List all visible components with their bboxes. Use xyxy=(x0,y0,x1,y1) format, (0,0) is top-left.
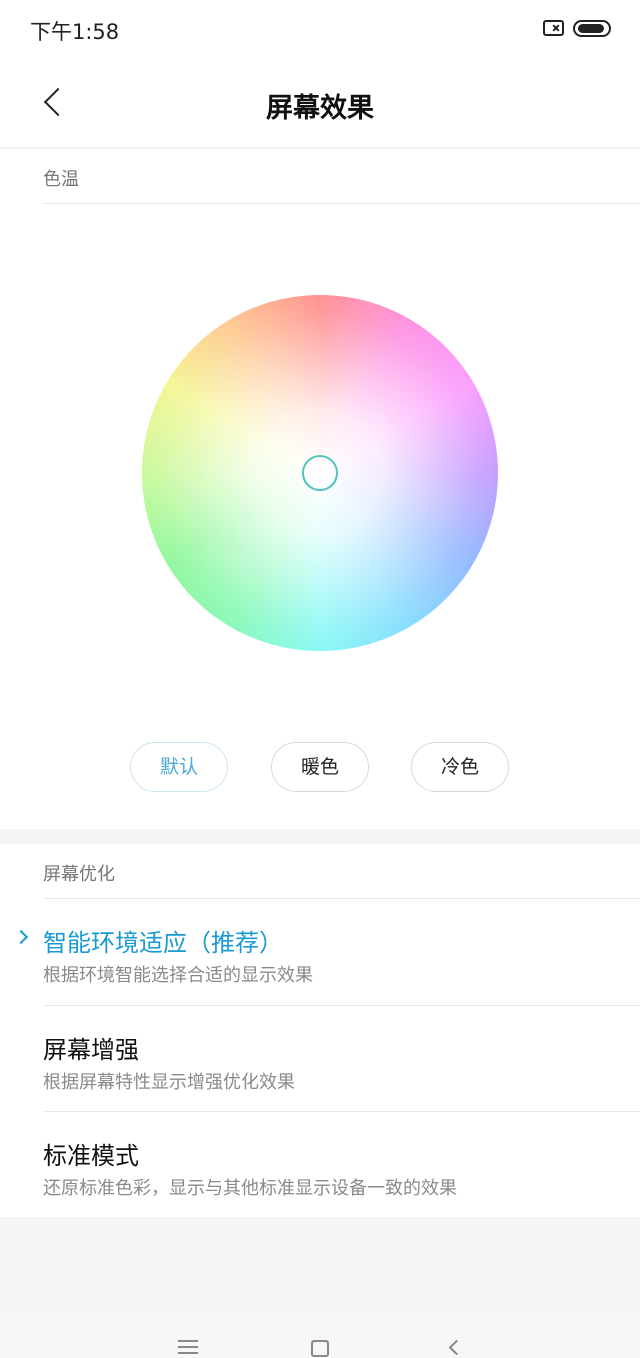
option-subtitle: 还原标准色彩，显示与其他标准显示设备一致的效果 xyxy=(43,1178,457,1199)
color-wheel-handle[interactable] xyxy=(302,455,338,491)
header: 屏幕效果 xyxy=(0,58,640,148)
color-temperature-section: 色温 默认 暖色 冷色 xyxy=(0,149,640,829)
chevron-right-icon xyxy=(13,929,29,945)
preset-cool-button[interactable]: 冷色 xyxy=(411,742,509,792)
menu-icon[interactable] xyxy=(178,1340,198,1354)
option-title: 智能环境适应（推荐） xyxy=(43,929,283,957)
color-wheel[interactable] xyxy=(142,295,498,651)
divider xyxy=(43,203,640,204)
back-icon[interactable] xyxy=(448,1339,465,1356)
preset-default-button[interactable]: 默认 xyxy=(130,742,228,792)
section-label-color-temperature: 色温 xyxy=(43,169,79,190)
option-subtitle: 根据环境智能选择合适的显示效果 xyxy=(43,965,313,986)
navigation-bar xyxy=(0,1310,640,1358)
status-time: 下午1:58 xyxy=(30,20,120,44)
option-standard-mode[interactable]: 标准模式 还原标准色彩，显示与其他标准显示设备一致的效果 xyxy=(0,1112,640,1218)
sim-icon xyxy=(543,20,564,36)
status-bar: 下午1:58 xyxy=(0,0,640,58)
preset-warm-button[interactable]: 暖色 xyxy=(271,742,369,792)
option-smart-adapt[interactable]: 智能环境适应（推荐） 根据环境智能选择合适的显示效果 xyxy=(0,899,640,1005)
screen-optimization-section: 屏幕优化 智能环境适应（推荐） 根据环境智能选择合适的显示效果 屏幕增强 根据屏… xyxy=(0,844,640,1217)
option-title: 屏幕增强 xyxy=(43,1036,139,1064)
option-title: 标准模式 xyxy=(43,1142,139,1170)
section-label-screen-optimization: 屏幕优化 xyxy=(43,864,115,885)
battery-icon xyxy=(573,20,611,37)
page-title: 屏幕效果 xyxy=(266,93,374,124)
home-icon[interactable] xyxy=(311,1340,329,1357)
option-subtitle: 根据屏幕特性显示增强优化效果 xyxy=(43,1072,295,1093)
option-screen-enhance[interactable]: 屏幕增强 根据屏幕特性显示增强优化效果 xyxy=(0,1006,640,1112)
